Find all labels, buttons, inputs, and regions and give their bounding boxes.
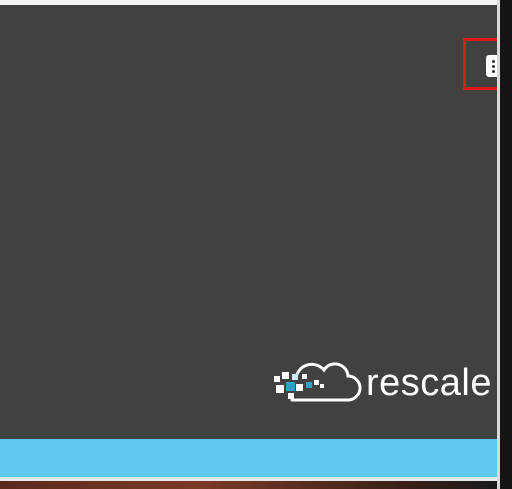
rescale-logo: rescale (272, 360, 497, 406)
desktop-background (0, 481, 500, 489)
more-vertical-icon (491, 59, 495, 74)
bottom-bar (0, 439, 497, 477)
cloud-logo-icon (274, 362, 362, 402)
window-right-shadow (500, 0, 512, 489)
logo-wordmark: rescale (366, 362, 492, 404)
